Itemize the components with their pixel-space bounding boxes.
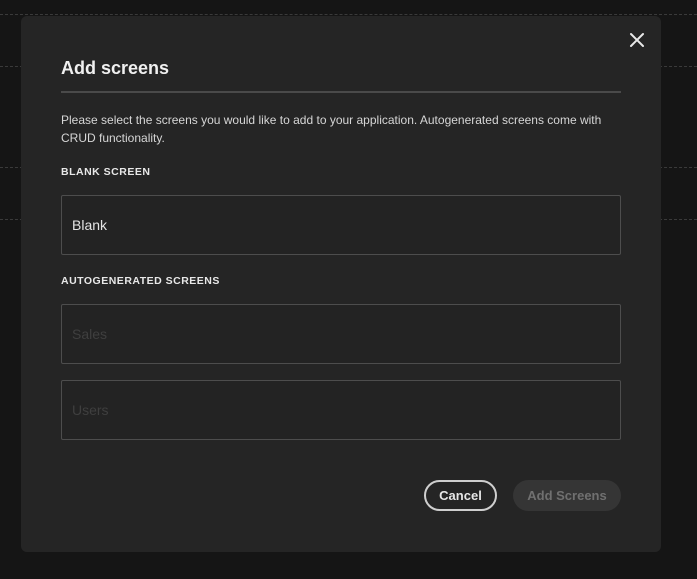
blank-screen-section-label: BLANK SCREEN [61, 166, 151, 178]
dialog-title: Add screens [61, 58, 170, 78]
blank-screen-option-label: Blank [72, 217, 108, 233]
users-screen-option[interactable]: Users [61, 380, 621, 440]
close-button[interactable] [627, 30, 647, 50]
title-divider [61, 91, 621, 93]
users-screen-option-label: Users [72, 402, 109, 418]
backdrop-guide-line [0, 14, 697, 15]
dialog-description: Please select the screens you would like… [61, 113, 602, 145]
add-screens-button[interactable]: Add Screens [513, 480, 621, 511]
add-screens-dialog: Add screens Please select the screens yo… [21, 16, 661, 552]
cancel-button[interactable]: Cancel [424, 480, 497, 511]
sales-screen-option-label: Sales [72, 326, 108, 342]
close-icon [630, 33, 644, 47]
blank-screen-option[interactable]: Blank [61, 195, 621, 255]
sales-screen-option[interactable]: Sales [61, 304, 621, 364]
autogenerated-screens-section-label: AUTOGENERATED SCREENS [61, 275, 220, 287]
